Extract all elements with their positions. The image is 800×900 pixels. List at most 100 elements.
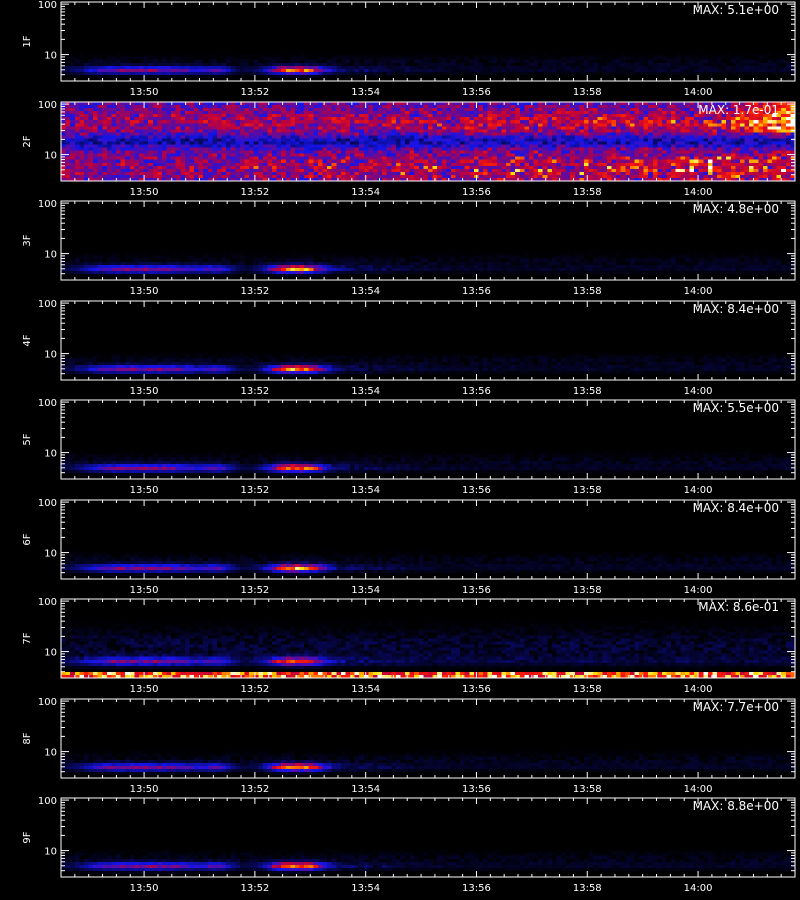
y-tick-label: 100 — [38, 299, 57, 310]
max-value-label: MAX: 8.4e+00 — [693, 501, 779, 515]
max-value-label: MAX: 8.6e-01 — [698, 600, 779, 614]
x-tick-label: 13:50 — [130, 585, 159, 596]
x-tick-label: 13:52 — [240, 684, 269, 695]
y-axis-label: 8F — [22, 732, 33, 744]
x-tick-label: 13:52 — [240, 87, 269, 98]
y-tick-label: 10 — [44, 847, 57, 858]
spectrogram-heatmap — [61, 500, 795, 579]
x-tick-label: 13:54 — [351, 286, 380, 297]
x-tick-label: 14:00 — [684, 784, 713, 795]
spectrogram-heatmap — [61, 201, 795, 280]
y-tick-label: 100 — [38, 100, 57, 111]
max-value-label: MAX: 5.5e+00 — [693, 401, 779, 415]
x-tick-label: 13:56 — [462, 784, 491, 795]
x-tick-label: 13:54 — [351, 87, 380, 98]
max-value-label: MAX: 4.8e+00 — [693, 202, 779, 216]
x-tick-label: 13:56 — [462, 883, 491, 894]
x-tick-label: 14:00 — [684, 684, 713, 695]
y-tick-label: 10 — [44, 648, 57, 659]
y-axis-label: 1F — [22, 35, 33, 47]
spectrogram-heatmap — [61, 400, 795, 479]
spectrogram-heatmap — [61, 301, 795, 380]
x-tick-label: 13:54 — [351, 684, 380, 695]
spectrogram-panel: 13:50 13:52 13:54 13:56 13:58 14:00 10 100 5F MAX… — [22, 398, 796, 496]
max-value-label: MAX: 8.4e+00 — [693, 302, 779, 316]
y-axis-label: 4F — [22, 334, 33, 346]
x-tick-label: 13:50 — [130, 684, 159, 695]
x-tick-label: 14:00 — [684, 87, 713, 98]
spectrogram-heatmap — [61, 102, 795, 181]
x-tick-label: 13:54 — [351, 485, 380, 496]
x-tick-label: 13:54 — [351, 386, 380, 397]
max-value-label: MAX: 1.7e-01 — [698, 103, 779, 117]
x-tick-label: 13:52 — [240, 585, 269, 596]
spectrogram-panel: 13:50 13:52 13:54 13:56 13:58 14:00 10 100 9F MAX… — [22, 796, 796, 894]
y-tick-label: 100 — [38, 398, 57, 409]
y-tick-label: 10 — [44, 549, 57, 560]
spectrogram-panel: 13:50 13:52 13:54 13:56 13:58 14:00 10 100 1F MAX… — [22, 0, 796, 98]
y-tick-label: 10 — [44, 350, 57, 361]
x-tick-label: 13:54 — [351, 187, 380, 198]
x-tick-label: 14:00 — [684, 485, 713, 496]
spectrogram-panel: 13:50 13:52 13:54 13:56 13:58 14:00 10 100 7F MAX… — [22, 597, 796, 695]
x-tick-label: 14:00 — [684, 585, 713, 596]
x-tick-label: 13:54 — [351, 585, 380, 596]
x-tick-label: 13:50 — [130, 784, 159, 795]
max-value-label: MAX: 7.7e+00 — [693, 700, 779, 714]
y-tick-label: 100 — [38, 0, 57, 11]
y-axis-label: 7F — [22, 632, 33, 644]
x-tick-label: 13:50 — [130, 286, 159, 297]
spectrogram-heatmap — [61, 2, 795, 81]
y-tick-label: 100 — [38, 199, 57, 210]
y-axis-label: 5F — [22, 433, 33, 445]
y-tick-label: 100 — [38, 697, 57, 708]
x-tick-label: 13:58 — [573, 386, 602, 397]
y-tick-label: 10 — [44, 51, 57, 62]
spectrogram-stack: 13:50 13:52 13:54 13:56 13:58 14:00 10 100 1F MAX… — [22, 0, 796, 894]
x-tick-label: 13:52 — [240, 187, 269, 198]
x-tick-label: 13:52 — [240, 286, 269, 297]
x-tick-label: 13:58 — [573, 286, 602, 297]
y-tick-label: 10 — [44, 151, 57, 162]
y-axis-label: 3F — [22, 234, 33, 246]
spectrogram-heatmap — [61, 798, 795, 877]
x-tick-label: 13:58 — [573, 485, 602, 496]
x-tick-label: 13:56 — [462, 386, 491, 397]
x-tick-label: 13:56 — [462, 485, 491, 496]
x-tick-label: 13:50 — [130, 485, 159, 496]
x-tick-label: 13:52 — [240, 485, 269, 496]
x-tick-label: 13:56 — [462, 684, 491, 695]
x-tick-label: 13:50 — [130, 883, 159, 894]
x-tick-label: 14:00 — [684, 187, 713, 198]
spectrogram-panel: 13:50 13:52 13:54 13:56 13:58 14:00 10 100 8F MAX… — [22, 697, 796, 795]
spectrogram-panel: 13:50 13:52 13:54 13:56 13:58 14:00 10 100 4F MAX… — [22, 299, 796, 397]
x-tick-label: 13:58 — [573, 187, 602, 198]
spectrogram-panel: 13:50 13:52 13:54 13:56 13:58 14:00 10 100 3F MAX… — [22, 199, 796, 297]
y-tick-label: 10 — [44, 250, 57, 261]
x-tick-label: 13:54 — [351, 784, 380, 795]
x-tick-label: 13:52 — [240, 784, 269, 795]
x-tick-label: 13:52 — [240, 883, 269, 894]
x-tick-label: 13:50 — [130, 87, 159, 98]
x-tick-label: 13:52 — [240, 386, 269, 397]
x-tick-label: 13:58 — [573, 883, 602, 894]
y-tick-label: 100 — [38, 498, 57, 509]
spectrogram-panel: 13:50 13:52 13:54 13:56 13:58 14:00 10 100 2F MAX… — [22, 100, 796, 198]
x-tick-label: 14:00 — [684, 386, 713, 397]
x-tick-label: 13:58 — [573, 585, 602, 596]
spectrogram-panel: 13:50 13:52 13:54 13:56 13:58 14:00 10 100 6F MAX… — [22, 498, 796, 596]
y-axis-label: 6F — [22, 533, 33, 545]
x-tick-label: 14:00 — [684, 286, 713, 297]
y-axis-label: 2F — [22, 135, 33, 147]
x-tick-label: 13:58 — [573, 684, 602, 695]
x-tick-label: 13:56 — [462, 286, 491, 297]
x-tick-label: 14:00 — [684, 883, 713, 894]
y-axis-label: 9F — [22, 831, 33, 843]
x-tick-label: 13:56 — [462, 187, 491, 198]
y-tick-label: 10 — [44, 748, 57, 759]
x-tick-label: 13:50 — [130, 386, 159, 397]
x-tick-label: 13:50 — [130, 187, 159, 198]
y-tick-label: 100 — [38, 796, 57, 807]
y-tick-label: 100 — [38, 597, 57, 608]
x-tick-label: 13:58 — [573, 87, 602, 98]
